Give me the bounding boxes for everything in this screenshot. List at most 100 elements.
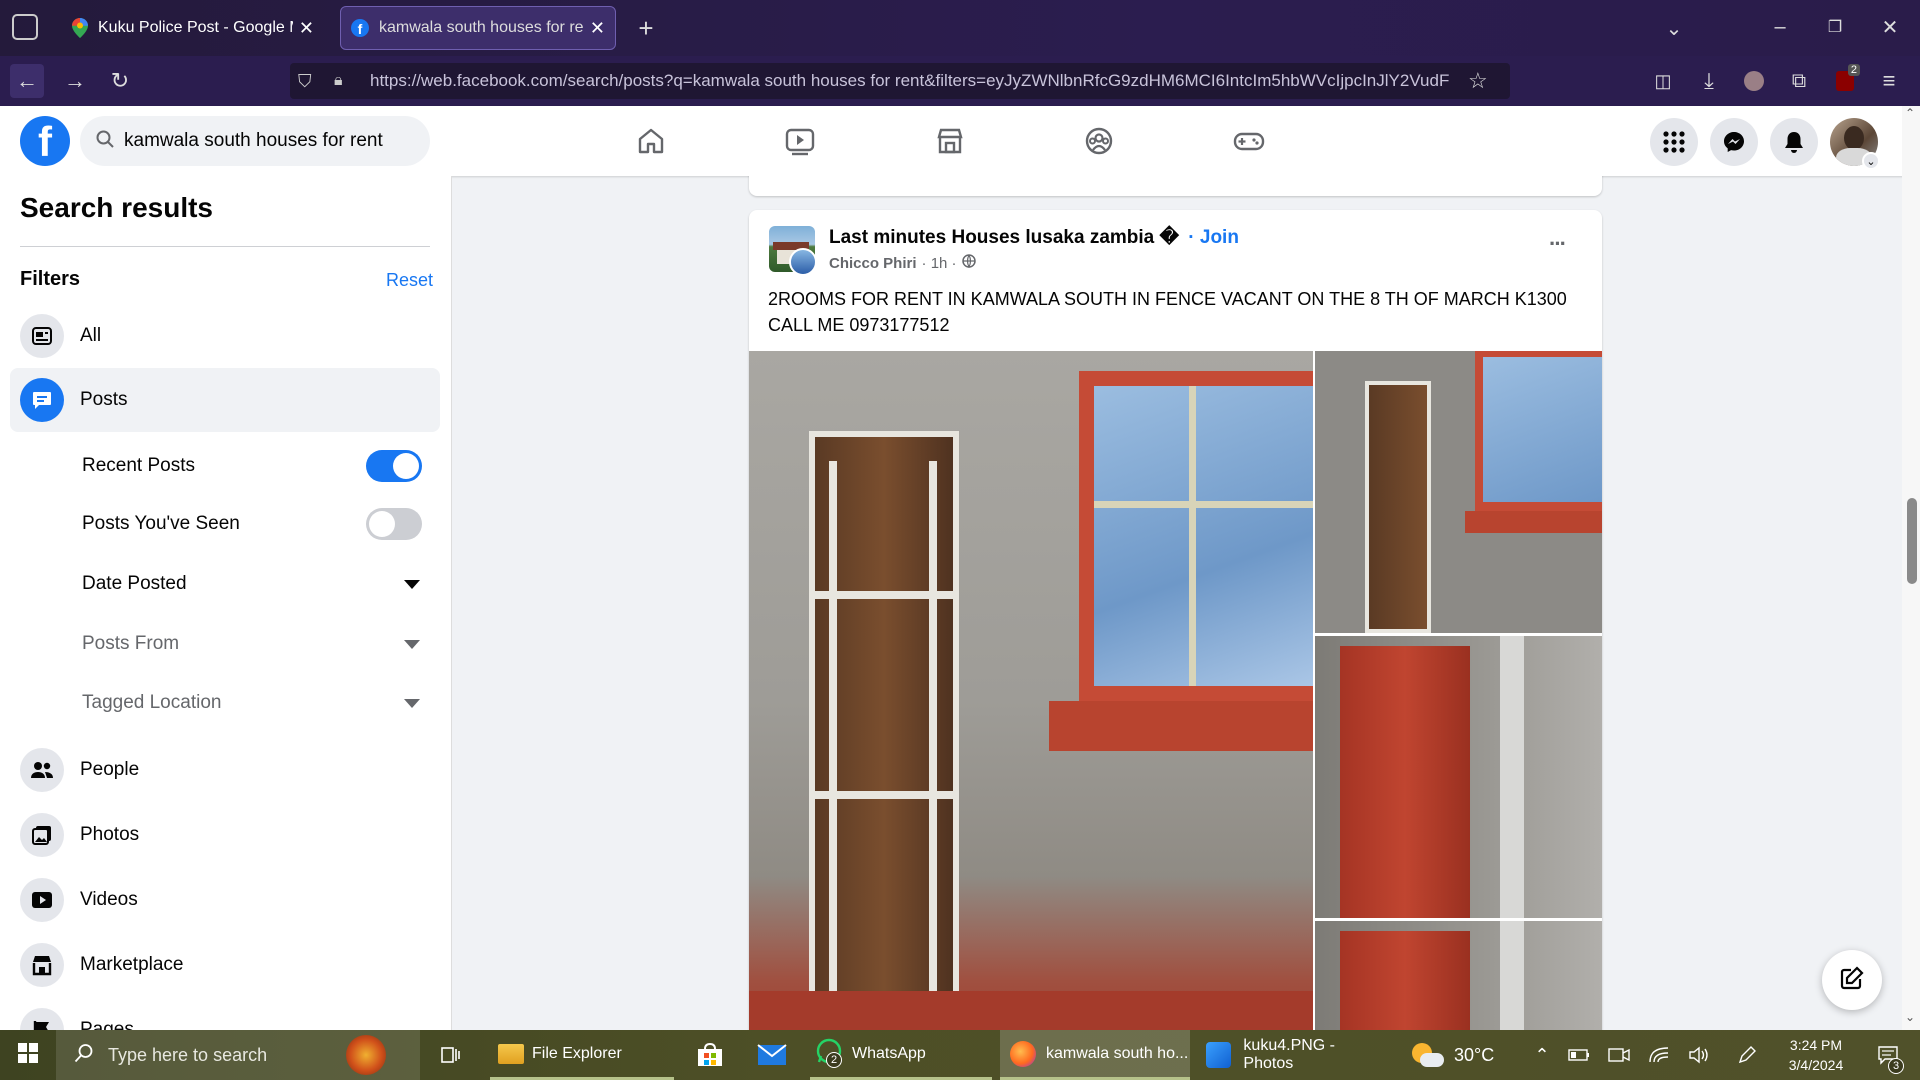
gaming-icon[interactable] <box>1232 124 1266 158</box>
extensions-icon[interactable]: ⧉ <box>1782 64 1816 98</box>
filter-pages[interactable]: Pages <box>10 998 440 1030</box>
weather-widget[interactable]: 30°C <box>1410 1030 1520 1080</box>
group-name[interactable]: Last minutes Houses lusaka zambia � <box>829 227 1179 248</box>
filter-marketplace[interactable]: Marketplace <box>10 933 440 997</box>
filters-label: Filters <box>20 268 81 290</box>
filter-videos[interactable]: Videos <box>10 868 440 932</box>
bookmark-star-icon[interactable]: ☆ <box>1468 68 1488 94</box>
post-meta-line: Chicco Phiri · 1h · <box>829 254 976 272</box>
page-scrollbar[interactable]: ⌃ ⌄ <box>1902 106 1920 1030</box>
ublock-icon[interactable]: 2 <box>1828 64 1862 98</box>
more-options-icon[interactable]: ··· <box>1537 226 1577 262</box>
firefox-label: kamwala south ho... <box>1046 1044 1189 1062</box>
scrollbar-thumb[interactable] <box>1907 498 1917 584</box>
tagged-location-label: Tagged Location <box>82 692 222 713</box>
facebook-search-box[interactable]: kamwala south houses for rent <box>80 116 430 166</box>
list-all-tabs-icon[interactable]: ⌄ <box>1660 14 1688 42</box>
divider <box>20 246 430 247</box>
restore-icon[interactable]: ❐ <box>1815 12 1855 42</box>
tagged-location-dropdown[interactable]: Tagged Location <box>82 679 432 727</box>
tab-title: Kuku Police Post - Google Maps <box>98 19 293 36</box>
tab-google-maps[interactable]: Kuku Police Post - Google Maps ✕ <box>62 6 324 50</box>
camera-icon[interactable] <box>1606 1030 1632 1080</box>
posts-from-label: Posts From <box>82 633 180 654</box>
task-view-icon[interactable] <box>432 1030 468 1080</box>
forward-icon[interactable]: → <box>58 64 92 98</box>
search-highlight-icon[interactable] <box>346 1035 386 1075</box>
taskbar-firefox[interactable]: kamwala south ho... <box>1000 1030 1190 1080</box>
back-icon[interactable]: ← <box>10 64 44 98</box>
pen-icon[interactable] <box>1734 1030 1760 1080</box>
start-button[interactable] <box>0 1030 56 1080</box>
new-tab-icon[interactable]: + <box>630 10 662 46</box>
account-chevron-icon[interactable]: ⌄ <box>1862 152 1880 170</box>
post-photo-main[interactable] <box>749 351 1313 1030</box>
scroll-down-icon[interactable]: ⌄ <box>1905 1010 1915 1024</box>
taskbar-photos[interactable]: kuku4.PNG - Photos <box>1196 1030 1386 1080</box>
minimize-icon[interactable]: – <box>1760 12 1800 42</box>
date-posted-dropdown[interactable]: Date Posted <box>82 560 432 608</box>
folder-icon <box>498 1043 524 1064</box>
filter-photos[interactable]: Photos <box>10 803 440 867</box>
volume-icon[interactable] <box>1686 1030 1712 1080</box>
mail-icon[interactable] <box>752 1030 792 1080</box>
messenger-icon[interactable] <box>1710 118 1758 166</box>
show-hidden-icons[interactable]: ⌃ <box>1530 1030 1554 1080</box>
pocket-icon[interactable]: ◫ <box>1646 64 1680 98</box>
account-icon[interactable] <box>1737 64 1771 98</box>
posts-seen-toggle[interactable] <box>366 508 422 540</box>
posts-seen-row[interactable]: Posts You've Seen <box>82 500 432 548</box>
author-name[interactable]: Chicco Phiri <box>829 255 917 272</box>
weather-temp: 30°C <box>1454 1044 1495 1065</box>
wifi-icon[interactable] <box>1646 1030 1672 1080</box>
url-bar[interactable]: ⛉ 🔒︎ https://web.facebook.com/search/pos… <box>290 63 1510 99</box>
recent-posts-row[interactable]: Recent Posts <box>82 442 432 490</box>
taskbar-file-explorer[interactable]: File Explorer <box>490 1030 674 1080</box>
close-tab-icon[interactable]: ✕ <box>590 18 605 39</box>
facebook-logo[interactable]: f <box>20 116 70 166</box>
post-time[interactable]: · 1h · <box>922 255 957 272</box>
compose-icon <box>1840 965 1864 995</box>
new-message-button[interactable] <box>1822 950 1882 1010</box>
menu-grid-icon[interactable] <box>1650 118 1698 166</box>
filter-posts[interactable]: Posts <box>10 368 440 432</box>
lock-icon[interactable]: 🔒︎ <box>334 72 354 90</box>
notification-center-icon[interactable]: 3 <box>1868 1030 1908 1080</box>
home-icon[interactable] <box>634 124 668 158</box>
post-photo-4[interactable] <box>1315 921 1602 1030</box>
filter-all[interactable]: All <box>10 304 440 368</box>
filter-videos-label: Videos <box>80 889 138 910</box>
scroll-up-icon[interactable]: ⌃ <box>1905 106 1915 120</box>
groups-icon[interactable] <box>1082 124 1116 158</box>
browser-tab-bar: Kuku Police Post - Google Maps ✕ f kamwa… <box>0 0 1920 56</box>
marketplace-icon[interactable] <box>933 124 967 158</box>
post-photo-3[interactable] <box>1315 636 1602 918</box>
reload-icon[interactable]: ↻ <box>103 64 137 98</box>
posts-from-dropdown[interactable]: Posts From <box>82 620 432 668</box>
notifications-bell-icon[interactable] <box>1770 118 1818 166</box>
taskbar-whatsapp[interactable]: 2 WhatsApp <box>810 1030 992 1080</box>
filter-people[interactable]: People <box>10 738 440 802</box>
battery-icon[interactable] <box>1566 1030 1592 1080</box>
menu-icon[interactable]: ≡ <box>1872 64 1906 98</box>
downloads-icon[interactable]: ⤓ <box>1692 64 1726 98</box>
post-text: 2ROOMS FOR RENT IN KAMWALA SOUTH IN FENC… <box>768 289 1567 335</box>
microsoft-store-icon[interactable] <box>690 1030 730 1080</box>
watch-icon[interactable] <box>783 124 817 158</box>
reset-link[interactable]: Reset <box>386 270 433 291</box>
close-tab-icon[interactable]: ✕ <box>299 18 314 39</box>
weather-sun-cloud-icon <box>1410 1041 1444 1069</box>
tab-list-icon[interactable] <box>12 14 38 40</box>
clock[interactable]: 3:24 PM 3/4/2024 <box>1776 1030 1856 1080</box>
close-window-icon[interactable]: ✕ <box>1870 12 1910 42</box>
tab-facebook-search[interactable]: f kamwala south houses for rent ✕ <box>340 6 616 50</box>
shield-icon[interactable]: ⛉ <box>298 71 320 92</box>
post-photo-2[interactable] <box>1315 351 1602 633</box>
taskbar-search-box[interactable]: Type here to search <box>56 1030 420 1080</box>
recent-posts-toggle[interactable] <box>366 450 422 482</box>
photos-app-icon <box>1206 1042 1232 1068</box>
join-link[interactable]: · Join <box>1188 227 1239 248</box>
url-text[interactable]: https://web.facebook.com/search/posts?q=… <box>370 71 1450 91</box>
search-input[interactable]: kamwala south houses for rent <box>124 130 383 152</box>
author-mini-avatar[interactable] <box>789 248 817 276</box>
